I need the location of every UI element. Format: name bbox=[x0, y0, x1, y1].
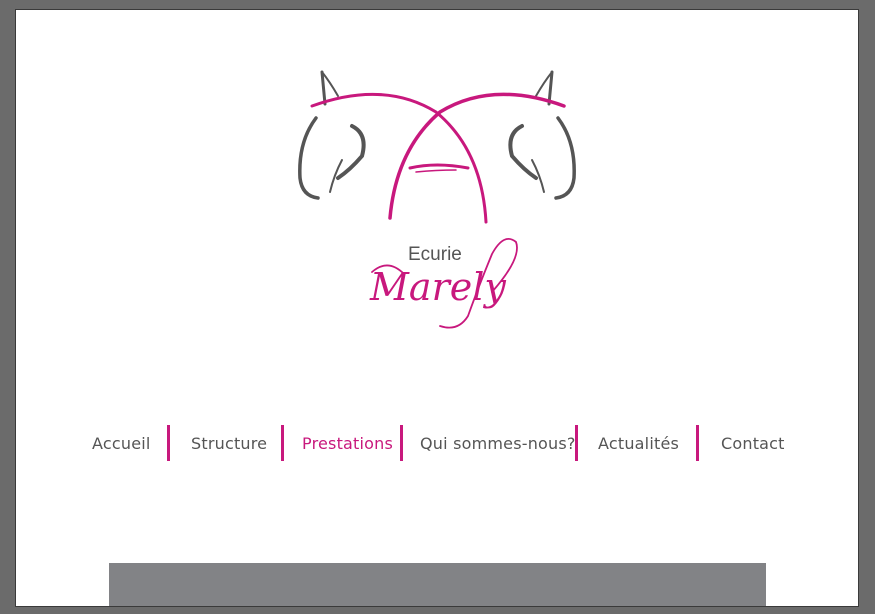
main-navigation: Accueil Structure Prestations Qui sommes… bbox=[16, 424, 858, 464]
nav-item-qui-sommes-nous[interactable]: Qui sommes-nous? bbox=[420, 434, 576, 453]
nav-item-structure[interactable]: Structure bbox=[191, 434, 267, 453]
brand-line1: Ecurie bbox=[408, 244, 462, 265]
nav-separator bbox=[696, 425, 699, 461]
left-horse-head-icon bbox=[298, 70, 366, 200]
nav-separator bbox=[575, 425, 578, 461]
nav-item-actualites[interactable]: Actualités bbox=[598, 434, 679, 453]
pink-swoosh-icon bbox=[310, 92, 566, 224]
right-horse-head-icon bbox=[508, 70, 576, 200]
horse-heads-logo: Ecurie Marely bbox=[298, 70, 576, 329]
site-logo[interactable]: Ecurie Marely bbox=[16, 10, 858, 350]
nav-separator bbox=[281, 425, 284, 461]
nav-separator bbox=[167, 425, 170, 461]
nav-separator bbox=[400, 425, 403, 461]
content-banner bbox=[109, 563, 766, 606]
page-window: Ecurie Marely Accueil Structure Prestati… bbox=[16, 10, 858, 606]
nav-item-accueil[interactable]: Accueil bbox=[92, 434, 151, 453]
nav-item-contact[interactable]: Contact bbox=[721, 434, 785, 453]
nav-item-prestations[interactable]: Prestations bbox=[302, 434, 393, 453]
